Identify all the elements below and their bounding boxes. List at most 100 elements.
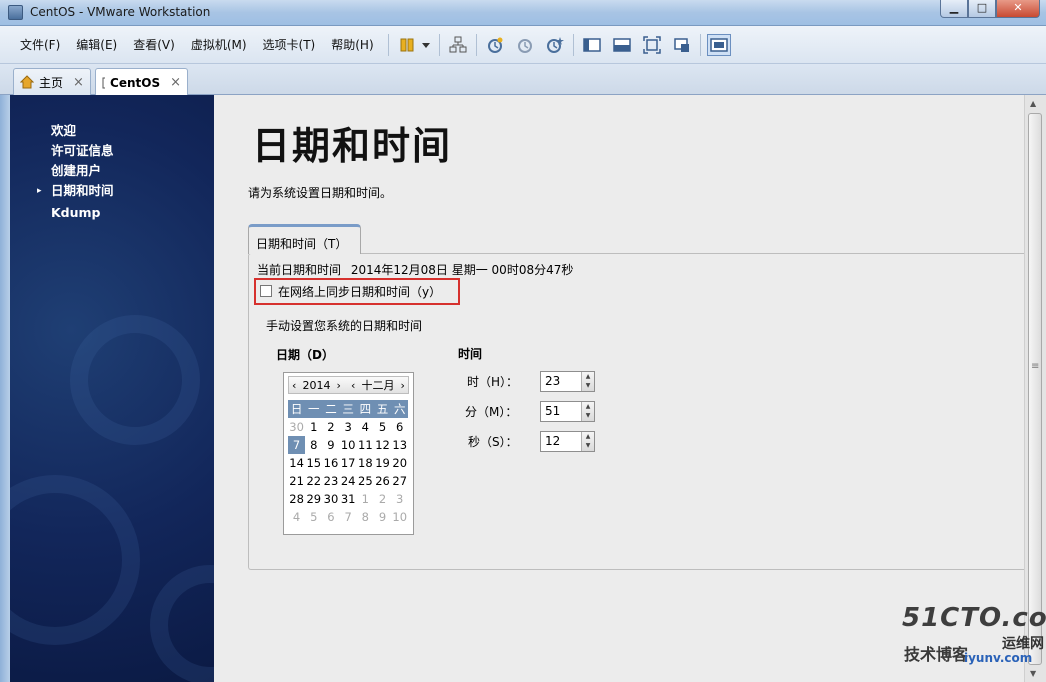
manage-snapshots-icon[interactable] bbox=[543, 34, 567, 56]
calendar-day[interactable]: 29 bbox=[305, 490, 322, 508]
calendar-weekday: 日 bbox=[288, 400, 306, 418]
menu-edit[interactable]: 编辑(E) bbox=[68, 36, 125, 53]
window-titlebar: CentOS - VMware Workstation ▁ □ ✕ bbox=[0, 0, 1046, 26]
spin-up-icon[interactable]: ▲ bbox=[582, 402, 594, 411]
spin-up-icon[interactable]: ▲ bbox=[582, 372, 594, 381]
hour-value[interactable]: 23 bbox=[545, 374, 560, 388]
calendar-day[interactable]: 4 bbox=[288, 508, 305, 526]
second-value[interactable]: 12 bbox=[545, 434, 560, 448]
watermark-line3: iyunv.com bbox=[964, 651, 1033, 665]
calendar-day[interactable]: 18 bbox=[357, 454, 374, 472]
toolbar-separator bbox=[476, 34, 477, 56]
calendar-day[interactable]: 10 bbox=[340, 436, 357, 454]
minute-value[interactable]: 51 bbox=[545, 404, 560, 418]
minute-spin-buttons[interactable]: ▲ ▼ bbox=[581, 402, 594, 421]
network-icon[interactable] bbox=[446, 34, 470, 56]
calendar-year: 2014 bbox=[302, 378, 331, 392]
calendar-prev-year-button[interactable]: ‹ bbox=[292, 379, 296, 392]
calendar-prev-month-button[interactable]: ‹ bbox=[351, 379, 355, 392]
calendar-day[interactable]: 9 bbox=[322, 436, 339, 454]
dropdown-icon[interactable] bbox=[419, 34, 433, 56]
calendar-day[interactable]: 11 bbox=[357, 436, 374, 454]
calendar-day[interactable]: 16 bbox=[322, 454, 339, 472]
calendar-day[interactable]: 4 bbox=[357, 418, 374, 436]
calendar-day[interactable]: 2 bbox=[322, 418, 339, 436]
vertical-scrollbar[interactable]: ▲ ≡ ▼ bbox=[1024, 95, 1046, 682]
maximize-button[interactable]: □ bbox=[968, 0, 996, 18]
menu-file[interactable]: 文件(F) bbox=[12, 36, 68, 53]
menu-tabs[interactable]: 选项卡(T) bbox=[255, 36, 324, 53]
tab-centos[interactable]: CentOS × bbox=[95, 68, 188, 96]
calendar-day[interactable]: 2 bbox=[374, 490, 391, 508]
hour-spin-buttons[interactable]: ▲ ▼ bbox=[581, 372, 594, 391]
sidebar-item-create-user: 创建用户 bbox=[51, 161, 114, 181]
scroll-up-icon[interactable]: ▲ bbox=[1030, 99, 1036, 108]
spin-down-icon[interactable]: ▼ bbox=[582, 381, 594, 390]
hour-spinner[interactable]: 23 ▲ ▼ bbox=[540, 371, 595, 392]
calendar-day[interactable]: 6 bbox=[391, 418, 408, 436]
menu-help[interactable]: 帮助(H) bbox=[323, 36, 381, 53]
tab-home-close-icon[interactable]: × bbox=[73, 75, 84, 90]
calendar-day[interactable]: 6 bbox=[322, 508, 339, 526]
calendar-day[interactable]: 3 bbox=[340, 418, 357, 436]
close-button[interactable]: ✕ bbox=[996, 0, 1040, 18]
calendar-day[interactable]: 3 bbox=[391, 490, 408, 508]
calendar-day[interactable]: 13 bbox=[391, 436, 408, 454]
calendar-day[interactable]: 23 bbox=[322, 472, 339, 490]
fullscreen-icon[interactable] bbox=[640, 34, 664, 56]
calendar-day[interactable]: 14 bbox=[288, 454, 305, 472]
tab-centos-close-icon[interactable]: × bbox=[170, 75, 181, 90]
calendar-day[interactable]: 22 bbox=[305, 472, 322, 490]
network-sync-label[interactable]: 在网络上同步日期和时间（y） bbox=[278, 283, 441, 300]
scrollbar-thumb[interactable] bbox=[1028, 113, 1042, 665]
spin-up-icon[interactable]: ▲ bbox=[582, 432, 594, 441]
calendar-day[interactable]: 7 bbox=[340, 508, 357, 526]
calendar-day-selected[interactable]: 7 bbox=[288, 436, 306, 454]
scroll-down-icon[interactable]: ▼ bbox=[1030, 669, 1036, 678]
quick-switch-icon[interactable] bbox=[707, 34, 731, 56]
view-console-icon[interactable] bbox=[580, 34, 604, 56]
spin-down-icon[interactable]: ▼ bbox=[582, 411, 594, 420]
minute-spinner[interactable]: 51 ▲ ▼ bbox=[540, 401, 595, 422]
calendar-day[interactable]: 8 bbox=[357, 508, 374, 526]
calendar-next-year-button[interactable]: › bbox=[337, 379, 341, 392]
calendar-day[interactable]: 30 bbox=[288, 418, 305, 436]
calendar-day[interactable]: 31 bbox=[340, 490, 357, 508]
pause-icon[interactable] bbox=[395, 34, 419, 56]
calendar-day[interactable]: 20 bbox=[391, 454, 408, 472]
second-spin-buttons[interactable]: ▲ ▼ bbox=[581, 432, 594, 451]
calendar-day[interactable]: 30 bbox=[322, 490, 339, 508]
calendar-day[interactable]: 21 bbox=[288, 472, 305, 490]
calendar-day[interactable]: 19 bbox=[374, 454, 391, 472]
menu-view[interactable]: 查看(V) bbox=[125, 36, 183, 53]
calendar-day[interactable]: 27 bbox=[391, 472, 408, 490]
calendar-day[interactable]: 25 bbox=[357, 472, 374, 490]
calendar-day[interactable]: 1 bbox=[357, 490, 374, 508]
calendar-day[interactable]: 24 bbox=[340, 472, 357, 490]
spin-down-icon[interactable]: ▼ bbox=[582, 441, 594, 450]
minimize-button[interactable]: ▁ bbox=[940, 0, 968, 18]
view-fullbar-icon[interactable] bbox=[610, 34, 634, 56]
calendar-day[interactable]: 26 bbox=[374, 472, 391, 490]
menu-vm[interactable]: 虚拟机(M) bbox=[183, 36, 255, 53]
calendar-next-month-button[interactable]: › bbox=[401, 379, 405, 392]
calendar-day[interactable]: 5 bbox=[305, 508, 322, 526]
tab-date-time[interactable]: 日期和时间（T） bbox=[248, 224, 361, 254]
revert-snapshot-icon[interactable] bbox=[513, 34, 537, 56]
calendar-day[interactable]: 9 bbox=[374, 508, 391, 526]
calendar-month: 十二月 bbox=[361, 379, 395, 392]
calendar-day[interactable]: 15 bbox=[305, 454, 322, 472]
calendar-day[interactable]: 5 bbox=[374, 418, 391, 436]
tab-home[interactable]: 主页 × bbox=[13, 68, 91, 95]
sidebar-item-date-time: ▸ 日期和时间 bbox=[37, 181, 114, 201]
calendar-day[interactable]: 28 bbox=[288, 490, 305, 508]
network-sync-checkbox[interactable] bbox=[260, 285, 272, 297]
calendar-day[interactable]: 1 bbox=[305, 418, 322, 436]
calendar-day[interactable]: 17 bbox=[340, 454, 357, 472]
second-spinner[interactable]: 12 ▲ ▼ bbox=[540, 431, 595, 452]
unity-icon[interactable] bbox=[670, 34, 694, 56]
calendar-day[interactable]: 10 bbox=[391, 508, 408, 526]
calendar-day[interactable]: 12 bbox=[374, 436, 391, 454]
calendar-day[interactable]: 8 bbox=[305, 436, 322, 454]
snapshot-icon[interactable] bbox=[483, 34, 507, 56]
